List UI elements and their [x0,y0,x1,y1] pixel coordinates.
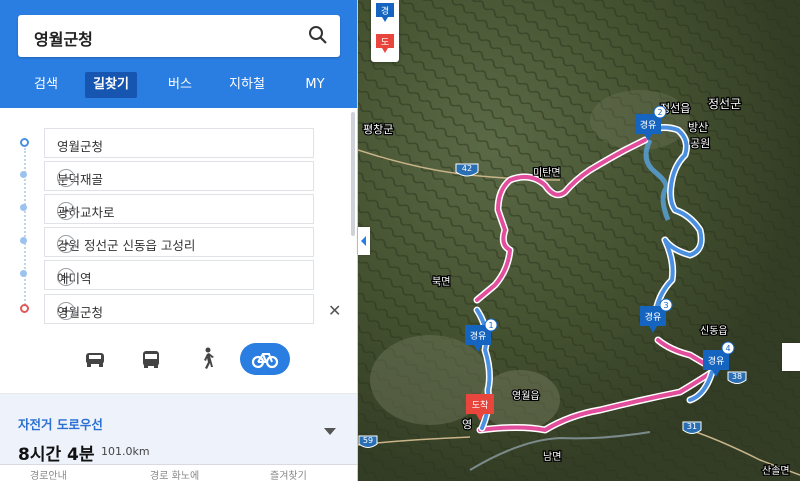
map-canvas: 42 59 31 38 평창군 정선읍 정선군 방산 공원 미탄면 북면 신동읍… [358,0,800,481]
svg-text:4: 4 [725,344,730,353]
place-label: 남면 [543,451,561,463]
waypoint-field[interactable]: 영월군청 + [44,294,314,324]
remove-waypoint-button[interactable]: − [57,169,75,187]
nav-tabs: 검색 길찾기 버스 지하철 MY [0,72,357,98]
place-label: 북면 [432,276,450,288]
svg-text:경유: 경유 [645,311,662,323]
search-icon[interactable] [308,25,328,49]
waypoint-field[interactable]: 영월군청 [44,128,314,158]
route-guide-link[interactable]: 경로안내 [30,467,67,481]
place-label: 신동읍 [700,325,728,337]
via-dot-icon [20,171,27,178]
end-dot-icon [20,304,29,313]
road-shield: 42 [455,163,479,177]
tab-subway[interactable]: 지하철 [222,72,272,98]
satellite-map[interactable]: 42 59 31 38 평창군 정선읍 정선군 방산 공원 미탄면 북면 신동읍… [358,0,800,481]
route-type-label: 자전거 도로우선 [18,417,103,432]
road-shield: 31 [682,421,702,434]
map-tool-button[interactable] [782,343,800,371]
route-summary[interactable]: 자전거 도로우선 8시간 4분 101.0km 경로안내 경로 화노에 즐겨찾기 [0,394,357,481]
waypoint-via: 예미역 − [0,258,357,291]
walk-icon [204,347,214,369]
collapse-panel-button[interactable] [358,227,370,255]
place-label: 공원 [690,137,710,150]
via-legend-badge: 경 [376,3,394,22]
svg-text:3: 3 [663,301,668,310]
via-dot-icon [20,237,27,244]
tab-my[interactable]: MY [298,72,332,98]
add-waypoint-button[interactable]: + [57,302,75,320]
search-input[interactable]: 영월군청 [34,26,93,50]
waypoint-field[interactable]: 강원 정선군 신동읍 고성리 − [44,227,314,257]
travel-mode-selector [0,343,357,375]
waypoint-via: 분덕재골 − [0,159,357,192]
mode-bicycle-button[interactable] [240,343,290,375]
svg-text:경유: 경유 [640,119,657,131]
place-label: 산솔면 [762,465,790,477]
waypoint-field[interactable]: 예미역 − [44,260,314,290]
waypoint-start: 영월군청 [0,126,357,159]
svg-text:2: 2 [657,108,662,117]
route-duration: 8시간 4분 [18,445,95,465]
waypoint-label: 영월군청 [57,139,104,154]
route-actions: 경로안내 경로 화노에 즐겨찾기 [0,464,357,481]
svg-text:42: 42 [462,164,472,173]
waypoint-field[interactable]: 분덕재골 − [44,161,314,191]
header-bar: 영월군청 검색 길찾기 버스 지하철 MY [0,0,357,108]
remove-waypoint-button[interactable]: − [57,268,75,286]
bicycle-icon [251,353,279,369]
car-icon [86,353,104,367]
waypoint-via: 광하교차로 − [0,192,357,225]
place-label: 영 [462,418,472,431]
waypoint-field[interactable]: 광하교차로 − [44,194,314,224]
expand-chevron-icon[interactable] [324,428,336,435]
bus-icon [143,351,159,368]
search-box[interactable]: 영월군청 [18,15,340,57]
via-dot-icon [20,270,27,277]
place-label: 방산 [688,121,708,134]
svg-text:1: 1 [488,321,493,330]
remove-waypoint-button[interactable]: − [57,235,75,253]
place-label: 영월읍 [512,390,540,402]
map-legend: 경 도 [371,0,399,62]
place-label: 미탄면 [533,167,561,179]
svg-text:59: 59 [363,436,373,445]
clear-route-button[interactable]: ✕ [328,301,341,320]
svg-text:경유: 경유 [708,355,725,367]
mode-car-button[interactable] [70,343,120,375]
start-dot-icon [20,138,29,147]
svg-text:경: 경 [381,5,389,17]
road-shield: 38 [727,371,747,384]
route-distance: 101.0km [101,445,150,458]
svg-text:31: 31 [687,422,697,431]
directions-panel: 영월군청 검색 길찾기 버스 지하철 MY 영월군청 분덕재골 − 광하교차로 − [0,0,358,481]
remove-waypoint-button[interactable]: − [57,202,75,220]
tab-search[interactable]: 검색 [26,72,66,98]
destination-legend-badge: 도 [376,34,394,53]
svg-text:경유: 경유 [470,330,487,342]
mode-walk-button[interactable] [182,343,232,375]
svg-text:도착: 도착 [472,400,489,411]
svg-text:도: 도 [381,38,389,48]
road-shield: 59 [358,435,378,448]
place-label: 정선군 [708,97,741,111]
place-label: 평창군 [363,123,393,136]
tab-directions[interactable]: 길찾기 [85,72,137,98]
via-dot-icon [20,204,27,211]
favorite-link[interactable]: 즐겨찾기 [270,467,307,481]
tab-bus[interactable]: 버스 [160,72,200,98]
waypoint-end: 영월군청 + [0,292,357,325]
svg-text:38: 38 [732,372,742,381]
mode-bus-button[interactable] [126,343,176,375]
waypoint-label: 강원 정선군 신동읍 고성리 [57,238,196,253]
waypoint-via: 강원 정선군 신동읍 고성리 − [0,225,357,258]
route-view-link[interactable]: 경로 화노에 [150,467,199,481]
